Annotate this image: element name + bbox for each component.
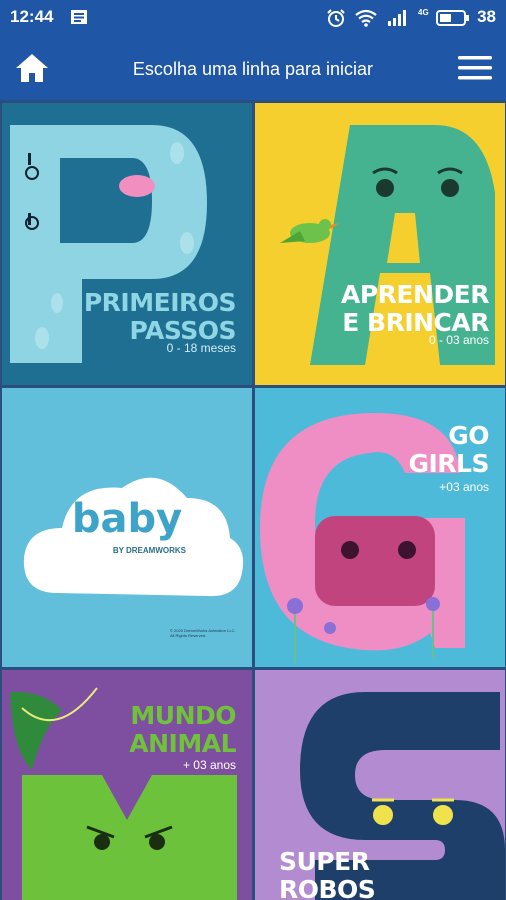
- signal-icon: [388, 10, 406, 26]
- status-bar: 12:44 4G 38: [0, 0, 506, 34]
- tile-primeiros-passos-age: 0 - 18 meses: [166, 341, 236, 355]
- tile-mundo-animal-title: MUNDO ANIMAL: [129, 701, 236, 758]
- tile-super-robos-title: SUPER ROBOS: [279, 847, 376, 900]
- baby-brand-text: baby: [71, 496, 183, 542]
- tile-aprender-e-brincar-title: APRENDER E BRINCAR: [340, 280, 490, 337]
- category-grid: PRIMEIROS PASSOS 0 - 18 meses APRENDER E…: [0, 100, 506, 900]
- tile-aprender-e-brincar-age: 0 - 03 anos: [428, 333, 489, 347]
- tile-baby-dreamworks[interactable]: baby BY DREAMWORKS © 2020 DreamWorks Ani…: [2, 388, 252, 667]
- tile-super-robos[interactable]: SUPER ROBOS: [255, 670, 505, 900]
- battery-level: 38: [477, 7, 496, 26]
- app-bar: Escolha uma linha para iniciar: [0, 34, 506, 100]
- notification-icon: [71, 10, 87, 24]
- tile-primeiros-passos[interactable]: PRIMEIROS PASSOS 0 - 18 meses: [2, 103, 252, 385]
- bird-icon: [280, 219, 339, 243]
- network-type: 4G: [418, 8, 429, 17]
- tile-mundo-animal-age: + 03 anos: [182, 758, 236, 772]
- tile-go-girls[interactable]: GO GIRLS +03 anos: [255, 388, 505, 667]
- baby-brand-subtitle: BY DREAMWORKS: [112, 546, 186, 555]
- wifi-icon: [355, 9, 377, 27]
- copyright-text: © 2020 DreamWorks Animation LLC. All Rig…: [170, 628, 236, 638]
- tile-mundo-animal[interactable]: MUNDO ANIMAL + 03 anos: [2, 670, 252, 900]
- tile-go-girls-title: GO GIRLS: [408, 421, 489, 478]
- hamburger-menu-icon[interactable]: [458, 54, 492, 82]
- page-title: Escolha uma linha para iniciar: [132, 59, 374, 79]
- tile-aprender-e-brincar[interactable]: APRENDER E BRINCAR 0 - 03 anos: [255, 103, 505, 385]
- status-time: 12:44: [10, 7, 54, 26]
- tile-go-girls-age: +03 anos: [439, 480, 489, 494]
- battery-icon: [436, 10, 469, 26]
- tile-primeiros-passos-title: PRIMEIROS PASSOS: [83, 288, 237, 345]
- alarm-icon: [327, 9, 345, 27]
